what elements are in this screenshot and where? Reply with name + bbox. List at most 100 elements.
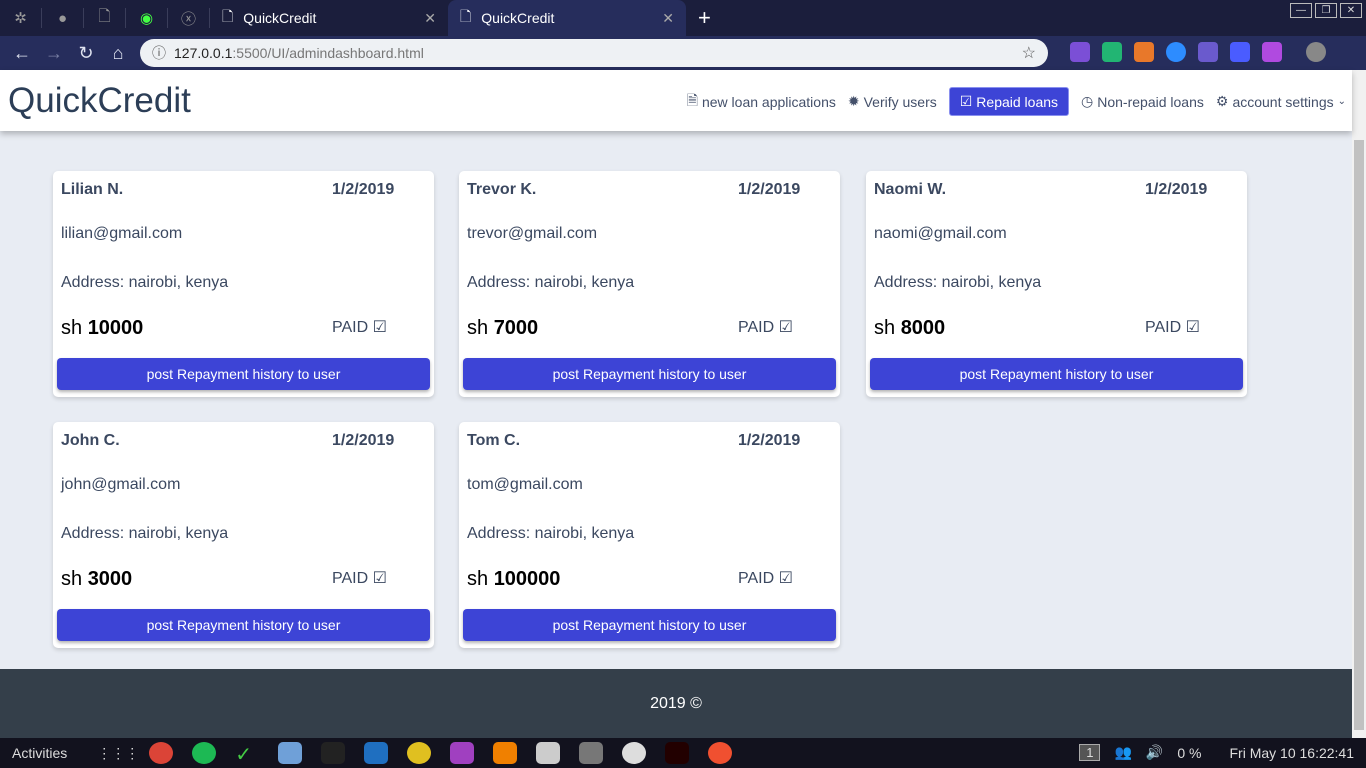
extension-icon[interactable] [1134,42,1154,62]
atom-icon[interactable] [579,742,604,764]
check-square-icon: ☑ [1185,319,1200,336]
pinned-tab-green-icon[interactable]: ◉ [126,8,168,28]
pinned-tab-file-icon[interactable]: 🗋 [84,8,126,28]
nav-account-settings[interactable]: ⚙ account settings ⌄ [1216,93,1346,110]
home-icon[interactable]: ⌂ [102,43,134,64]
extension-icon[interactable] [1198,42,1218,62]
borrower-email: naomi@gmail.com [874,225,1007,242]
app-grid-icon[interactable]: ⋮⋮⋮ [97,745,139,762]
clock-icon: ◷ [1081,93,1094,109]
files-icon[interactable] [278,742,303,764]
check-square-icon: ☑ [372,319,387,336]
status-badge: PAID ☑ [738,570,793,587]
check-app-icon[interactable]: ✓ [235,742,259,766]
extension-icon[interactable] [1166,42,1186,62]
loan-card: Naomi W. 1/2/2019 naomi@gmail.com Addres… [866,171,1247,397]
borrower-address: Address: nairobi, kenya [874,274,1042,291]
pinned-tab-icon[interactable]: ✲ [0,8,42,28]
extension-icon[interactable] [1102,42,1122,62]
borrower-name: Naomi W. [874,181,947,198]
clock[interactable]: Fri May 10 16:22:41 [1229,745,1354,761]
info-icon: ⓘ [152,45,166,61]
new-tab-button[interactable]: + [698,5,711,31]
close-window-button[interactable]: ✕ [1340,3,1362,18]
volume-icon[interactable]: 🔊 [1146,744,1163,761]
borrower-address: Address: nairobi, kenya [467,525,635,542]
chromium-icon[interactable] [622,742,647,764]
pinned-tab-x-icon[interactable]: ⓧ [168,8,210,28]
status-badge: PAID ☑ [738,319,793,336]
postman-icon[interactable] [708,742,733,764]
close-tab-icon[interactable]: ✕ [662,10,674,27]
scrollbar[interactable] [1352,70,1366,738]
chevron-down-icon: ⌄ [1337,96,1346,107]
loan-card: John C. 1/2/2019 john@gmail.com Address:… [53,422,434,648]
post-repayment-history-button[interactable]: post Repayment history to user [57,358,430,390]
loan-date: 1/2/2019 [738,181,801,198]
forward-icon[interactable]: → [38,43,70,64]
extension-icon[interactable] [1262,42,1282,62]
libreoffice-icon[interactable] [450,742,475,764]
post-repayment-history-button[interactable]: post Repayment history to user [463,609,836,641]
close-tab-icon[interactable]: ✕ [424,10,436,27]
post-repayment-history-button[interactable]: post Repayment history to user [870,358,1243,390]
post-repayment-history-button[interactable]: post Repayment history to user [463,358,836,390]
file-icon: 🗋 [460,8,472,24]
status-badge: PAID ☑ [332,319,387,336]
vlc-icon[interactable] [493,742,518,764]
address-bar[interactable]: ⓘ 127.0.0.1:5500/UI/admindashboard.html … [140,39,1048,67]
activities-button[interactable]: Activities [12,745,67,761]
nav-repaid-loans[interactable]: ☑ Repaid loans [948,87,1070,116]
badge-icon: ✹ [847,93,860,109]
pinned-tab-github-icon[interactable]: ● [42,8,84,28]
vscode-icon[interactable] [364,742,389,764]
extensions [1070,42,1326,62]
status-badge: PAID ☑ [1145,319,1200,336]
loan-amount: sh 7000 [467,317,539,339]
extension-icon[interactable] [1230,42,1250,62]
loan-amount: sh 8000 [874,317,946,339]
borrower-email: trevor@gmail.com [467,225,598,242]
browser-tab[interactable]: 🗋 QuickCredit ✕ [210,0,448,36]
scrollbar-thumb[interactable] [1354,140,1364,730]
nav-menu: 🗎 new loan applications ✹ Verify users ☑ Re… [687,87,1346,116]
loan-amount: sh 10000 [61,317,144,339]
bookmark-star-icon[interactable]: ☆ [1022,43,1036,63]
browser-tab-active[interactable]: 🗋 QuickCredit ✕ [448,0,686,36]
check-square-icon: ☑ [778,319,793,336]
back-icon[interactable]: ← [6,43,38,64]
check-square-icon: ☑ [372,570,387,587]
profile-avatar[interactable] [1306,42,1326,62]
workspace-indicator[interactable]: 1 [1079,744,1101,761]
battery-status[interactable]: 0 % [1177,745,1201,761]
status-badge: PAID ☑ [332,570,387,587]
borrower-name: John C. [61,432,120,449]
app-icon[interactable] [536,742,561,764]
spotify-icon[interactable] [192,742,217,764]
loan-amount: sh 3000 [61,568,133,590]
terminal-icon[interactable] [321,742,346,764]
restore-button[interactable]: ❐ [1315,3,1337,18]
loan-card: Lilian N. 1/2/2019 lilian@gmail.com Addr… [53,171,434,397]
check-square-icon: ☑ [778,570,793,587]
borrower-name: Trevor K. [467,181,537,198]
nav-new-loan-applications[interactable]: 🗎 new loan applications [687,90,836,114]
check-square-icon: ☑ [959,93,973,109]
extension-icon[interactable] [1070,42,1090,62]
terminal-icon[interactable] [665,742,690,764]
nav-non-repaid-loans[interactable]: ◷ Non-repaid loans [1081,93,1204,110]
loan-date: 1/2/2019 [332,432,395,449]
minimize-button[interactable]: — [1290,3,1312,18]
nav-verify-users[interactable]: ✹ Verify users [848,93,937,110]
app-header: QuickCredit 🗎 new loan applications ✹ Veri… [0,70,1352,131]
borrower-name: Tom C. [467,432,521,449]
app-icon[interactable] [407,742,432,764]
loan-amount: sh 100000 [467,568,561,590]
file-icon: 🗋 [222,8,234,24]
borrower-address: Address: nairobi, kenya [467,274,635,291]
chrome-icon[interactable] [149,742,174,764]
people-icon[interactable]: 👥 [1114,744,1131,761]
reload-icon[interactable]: ↻ [70,43,102,64]
post-repayment-history-button[interactable]: post Repayment history to user [57,609,430,641]
logo[interactable]: QuickCredit [8,81,191,121]
